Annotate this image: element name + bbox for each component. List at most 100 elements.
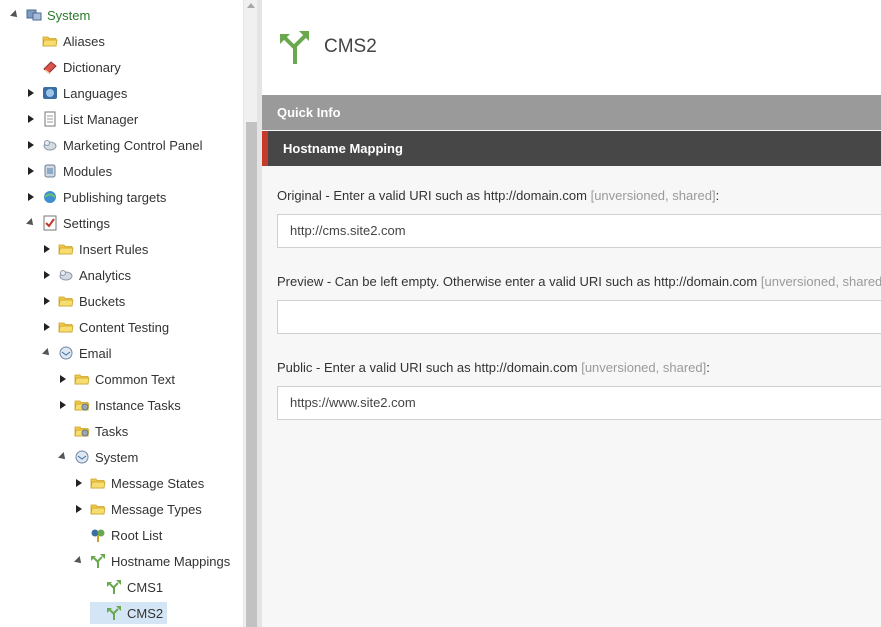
tree-node-cms1[interactable]: CMS1 [90, 576, 163, 598]
tree-node-modules[interactable]: Modules [26, 160, 112, 182]
hostname-mapping-icon [280, 31, 309, 64]
tree-node-dictionary[interactable]: Dictionary [26, 56, 121, 78]
tree-node-tasks[interactable]: Tasks [58, 420, 128, 442]
expand-arrow-icon[interactable] [42, 322, 52, 332]
expand-arrow-icon[interactable] [26, 88, 36, 98]
expand-arrow-icon[interactable] [42, 244, 52, 254]
tree-node-languages[interactable]: Languages [26, 82, 127, 104]
expand-arrow-icon[interactable] [74, 504, 84, 514]
expand-arrow-icon[interactable] [74, 478, 84, 488]
folder-icon [58, 241, 74, 257]
tree-node-label: Root List [111, 527, 163, 543]
tree-node-label: Email [79, 345, 112, 361]
tree-node-hostname-mappings[interactable]: Hostname Mappings [74, 550, 230, 572]
tree-node-label: Message Types [111, 501, 202, 517]
tree-node-system[interactable]: System [10, 4, 90, 26]
root-list-icon [90, 527, 106, 543]
hostname-mapping-icon [106, 579, 122, 595]
email-icon [58, 345, 74, 361]
tree-node-label: System [47, 7, 91, 23]
tree-node-content-testing[interactable]: Content Testing [42, 316, 169, 338]
tree-node-label: Insert Rules [79, 241, 149, 257]
scroll-up-arrow-icon[interactable] [247, 3, 255, 8]
tree-node-label: Languages [63, 85, 128, 101]
tree-node-system[interactable]: System [58, 446, 138, 468]
marketing-icon [42, 137, 58, 153]
email-system-icon [74, 449, 90, 465]
tasks-folder-icon [74, 397, 90, 413]
collapse-arrow-icon[interactable] [42, 348, 52, 358]
tree-node-email[interactable]: Email [42, 342, 112, 364]
settings-icon [42, 215, 58, 231]
expand-arrow-icon[interactable] [26, 140, 36, 150]
folder-icon [74, 371, 90, 387]
tree-node-label: List Manager [63, 111, 139, 127]
tree-node-label: Buckets [79, 293, 126, 309]
tree-node-message-types[interactable]: Message Types [74, 498, 202, 520]
expand-arrow-icon[interactable] [58, 374, 68, 384]
tree-node-marketing-control-panel[interactable]: Marketing Control Panel [26, 134, 202, 156]
expand-arrow-icon[interactable] [26, 192, 36, 202]
tree-scrollbar[interactable] [243, 0, 258, 627]
expand-arrow-icon[interactable] [42, 296, 52, 306]
tree-node-message-states[interactable]: Message States [74, 472, 204, 494]
collapse-arrow-icon[interactable] [74, 556, 84, 566]
tree-node-label: Content Testing [79, 319, 170, 335]
public-field-label: Public - Enter a valid URI such as http:… [277, 360, 710, 375]
tree-node-label: Instance Tasks [95, 397, 181, 413]
original-url-input[interactable]: http://cms.site2.com [277, 214, 881, 248]
tree-node-publishing-targets[interactable]: Publishing targets [26, 186, 166, 208]
tree-node-settings[interactable]: Settings [26, 212, 110, 234]
tree-node-label: Message States [111, 475, 205, 491]
tree-node-label: Dictionary [63, 59, 121, 75]
tree-node-label: Hostname Mappings [111, 553, 231, 569]
tree-node-label: Aliases [63, 33, 105, 49]
tree-node-label: Tasks [95, 423, 129, 439]
collapse-arrow-icon[interactable] [10, 10, 20, 20]
tree-node-root-list[interactable]: Root List [74, 524, 162, 546]
tree-node-label: Analytics [79, 267, 132, 283]
item-editor: CMS2 Quick Info Hostname Mapping Origina… [262, 0, 881, 627]
tree-node-label: Publishing targets [63, 189, 167, 205]
tree-node-buckets[interactable]: Buckets [42, 290, 125, 312]
quick-info-section[interactable]: Quick Info [262, 95, 881, 130]
tree-node-label: CMS2 [127, 605, 164, 621]
tree-node-analytics[interactable]: Analytics [42, 264, 131, 286]
list-manager-icon [42, 111, 58, 127]
tree-node-cms2[interactable]: CMS2 [90, 602, 168, 624]
modules-icon [42, 163, 58, 179]
tree-node-aliases[interactable]: Aliases [26, 30, 105, 52]
expand-arrow-icon[interactable] [42, 270, 52, 280]
tree-node-insert-rules[interactable]: Insert Rules [42, 238, 148, 260]
folder-icon [58, 293, 74, 309]
folder-icon [58, 319, 74, 335]
tree-node-list-manager[interactable]: List Manager [26, 108, 138, 130]
tree-node-common-text[interactable]: Common Text [58, 368, 175, 390]
expand-arrow-icon[interactable] [58, 400, 68, 410]
system-icon [26, 7, 42, 23]
folder-icon [90, 501, 106, 517]
collapse-arrow-icon[interactable] [26, 218, 36, 228]
tree-node-label: Common Text [95, 371, 175, 387]
hostname-mapping-icon [106, 605, 122, 621]
folder-icon [90, 475, 106, 491]
tree-node-label: Settings [63, 215, 110, 231]
expand-arrow-icon[interactable] [26, 166, 36, 176]
tree-node-label: CMS1 [127, 579, 164, 595]
tree-node-instance-tasks[interactable]: Instance Tasks [58, 394, 181, 416]
collapse-arrow-icon[interactable] [58, 452, 68, 462]
dictionary-icon [42, 59, 58, 75]
publishing-icon [42, 189, 58, 205]
tree-node-label: Marketing Control Panel [63, 137, 203, 153]
hostname-mapping-icon [90, 553, 106, 569]
tasks-folder-icon [74, 423, 90, 439]
expand-arrow-icon[interactable] [26, 114, 36, 124]
public-url-input[interactable]: https://www.site2.com [277, 386, 881, 420]
item-title: CMS2 [324, 36, 377, 57]
hostname-mapping-section[interactable]: Hostname Mapping [262, 131, 881, 166]
tree-node-label: System [95, 449, 139, 465]
tree-node-label: Modules [63, 163, 113, 179]
item-header: CMS2 [262, 0, 881, 95]
preview-url-input[interactable] [277, 300, 881, 334]
content-tree: System Aliases Dictionary Languages List Man… [0, 0, 243, 627]
